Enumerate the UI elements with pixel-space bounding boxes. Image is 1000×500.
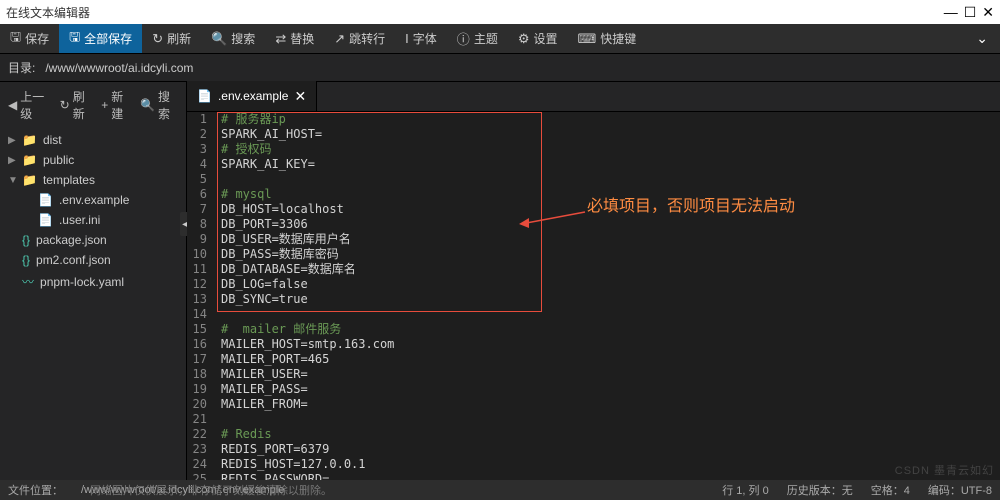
minimize-icon[interactable]: —: [944, 4, 958, 21]
sidebar-tools: ◀ 上一级 ↻ 刷新 + 新建 🔍 搜索: [0, 84, 186, 126]
tree-label: .env.example: [59, 193, 129, 207]
folder-icon: 📁: [22, 153, 37, 167]
folder-item[interactable]: ▼📁templates: [0, 170, 186, 190]
folder-icon: 📁: [22, 133, 37, 147]
goto-icon: ↗: [334, 31, 345, 47]
up-dir-button[interactable]: ◀ 上一级: [8, 88, 52, 122]
encoding[interactable]: 编码：UTF-8: [928, 482, 992, 498]
sidebar: ◀ 上一级 ↻ 刷新 + 新建 🔍 搜索 ▶📁dist▶📁public▼📁tem…: [0, 82, 187, 480]
save-all-button[interactable]: 🖫全部保存: [59, 24, 142, 53]
font-icon: I: [405, 31, 409, 46]
save-all-icon: 🖫: [69, 28, 80, 50]
file-tree: ▶📁dist▶📁public▼📁templates📄.env.example📄.…: [0, 126, 186, 297]
tree-label: public: [43, 153, 74, 167]
keyboard-icon: ⌨: [578, 31, 597, 47]
file-item[interactable]: {} package.json: [0, 230, 186, 250]
json-icon: {}: [22, 253, 30, 267]
cursor-position[interactable]: 行 1, 列 0: [722, 482, 768, 498]
maximize-icon[interactable]: ☐: [964, 4, 977, 21]
tree-label: templates: [43, 173, 95, 187]
refresh-icon: ↻: [152, 31, 163, 47]
window-title: 在线文本编辑器: [6, 4, 90, 21]
settings-button[interactable]: ⚙设置: [508, 24, 568, 53]
goto-line-button[interactable]: ↗跳转行: [324, 24, 395, 53]
folder-icon: 📁: [22, 173, 37, 187]
folder-item[interactable]: ▶📁public: [0, 150, 186, 170]
replace-button[interactable]: ⇄替换: [265, 24, 324, 53]
search-dir-button[interactable]: 🔍 搜索: [140, 88, 178, 122]
code-editor[interactable]: 1234567891011121314151617181920212223242…: [187, 112, 1000, 480]
file-item[interactable]: 📄 .user.ini: [0, 210, 186, 230]
toolbar-chevron-icon[interactable]: ⌄: [964, 30, 1000, 47]
file-loc-label: 文件位置：: [8, 482, 63, 498]
refresh-dir-button[interactable]: ↻ 刷新: [60, 88, 94, 122]
file-icon: 📄: [197, 89, 212, 103]
file-item[interactable]: 📄 .env.example: [0, 190, 186, 210]
editor-area: 📄 .env.example ✕ 12345678910111213141516…: [187, 82, 1000, 480]
tree-label: .user.ini: [59, 213, 100, 227]
main-toolbar: 🖫保存 🖫全部保存 ↻刷新 🔍搜索 ⇄替换 ↗跳转行 I字体 ⓘ主题 ⚙设置 ⌨…: [0, 24, 1000, 54]
shortcuts-button[interactable]: ⌨快捷键: [568, 24, 647, 53]
file-icon: 📄: [38, 193, 53, 207]
save-icon: 🖫: [10, 28, 21, 50]
dir-label: 目录:: [8, 59, 35, 76]
code-text[interactable]: # 服务器ipSPARK_AI_HOST=# 授权码SPARK_AI_KEY=#…: [213, 112, 394, 480]
tab-label: .env.example: [218, 89, 288, 103]
file-item[interactable]: {} pm2.conf.json: [0, 250, 186, 270]
search-button[interactable]: 🔍搜索: [201, 24, 265, 53]
font-button[interactable]: I字体: [395, 24, 447, 53]
folder-item[interactable]: ▶📁dist: [0, 130, 186, 150]
history-version[interactable]: 历史版本：无: [787, 482, 853, 498]
theme-icon: ⓘ: [457, 29, 470, 48]
tab-bar: 📄 .env.example ✕: [187, 82, 1000, 112]
file-item[interactable]: 〰 pnpm-lock.yaml: [0, 270, 186, 293]
annotation-text: 必填项目，否则项目无法启动: [587, 192, 795, 216]
tab-close-icon[interactable]: ✕: [294, 88, 306, 105]
window-titlebar: 在线文本编辑器 — ☐ ✕: [0, 0, 1000, 24]
new-file-button[interactable]: + 新建: [101, 88, 132, 122]
close-icon[interactable]: ✕: [982, 4, 994, 21]
tree-label: dist: [43, 133, 62, 147]
gear-icon: ⚙: [518, 31, 530, 47]
tab-env-example[interactable]: 📄 .env.example ✕: [187, 81, 317, 111]
window-controls: — ☐ ✕: [944, 4, 994, 21]
file-icon: 📄: [38, 213, 53, 227]
search-icon: 🔍: [211, 31, 227, 47]
replace-icon: ⇄: [275, 31, 286, 47]
tree-label: package.json: [36, 233, 107, 247]
line-gutter: 1234567891011121314151617181920212223242…: [187, 112, 213, 480]
tree-label: pnpm-lock.yaml: [40, 275, 124, 289]
tab-spaces[interactable]: 空格：4: [871, 482, 910, 498]
watermark: CSDN 墨青云如幻: [895, 462, 994, 478]
theme-button[interactable]: ⓘ主题: [447, 24, 508, 53]
path-bar: 目录: /www/wwwroot/ai.idcyli.com: [0, 54, 1000, 82]
save-button[interactable]: 🖫保存: [0, 24, 59, 53]
tree-label: pm2.conf.json: [36, 253, 111, 267]
yaml-icon: 〰: [22, 273, 34, 290]
watermark-footer: 网络图片仅供展示，非存储了刻缓後清除以删除。: [90, 482, 332, 498]
json-icon: {}: [22, 233, 30, 247]
dir-path: /www/wwwroot/ai.idcyli.com: [45, 61, 193, 75]
refresh-button[interactable]: ↻刷新: [142, 24, 201, 53]
